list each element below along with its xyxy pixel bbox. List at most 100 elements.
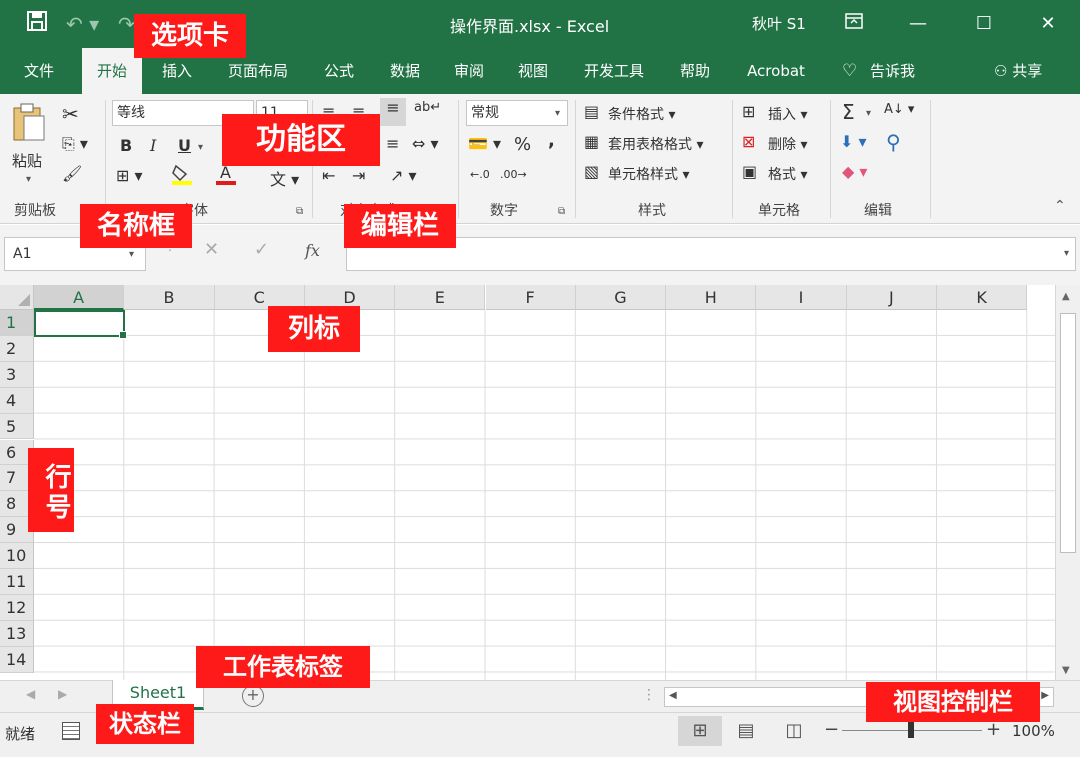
borders-icon[interactable]: ⊞ ▾ [116,166,143,185]
increase-decimal-icon[interactable]: ←.0 [470,168,490,181]
clear-eraser-icon[interactable]: ◆ ▾ [842,162,867,181]
cut-icon[interactable]: ✂ [62,102,79,126]
user-name[interactable]: 秋叶 S1 [752,13,806,34]
minimize-button[interactable]: — [898,8,938,40]
orientation-icon[interactable]: ↗ ▾ [390,166,417,185]
column-header-h[interactable]: H [666,285,757,310]
row-header-14[interactable]: 14 [0,646,34,673]
normal-view-icon[interactable]: ⊞ [678,716,722,746]
cell-styles-icon[interactable]: ▧ [584,162,599,181]
close-button[interactable]: ✕ [1028,8,1068,40]
tab-split-handle[interactable]: ⋮ [642,687,656,703]
tab-help[interactable]: 帮助 [668,48,722,94]
tab-data[interactable]: 数据 [378,48,432,94]
tab-view[interactable]: 视图 [506,48,560,94]
tab-review[interactable]: 审阅 [442,48,496,94]
confirm-entry-button[interactable]: ✓ [254,239,269,260]
undo-icon[interactable]: ↶ ▾ [66,10,99,38]
column-header-k[interactable]: K [937,285,1028,310]
tab-developer[interactable]: 开发工具 [572,48,656,94]
cell-area[interactable] [34,310,1055,680]
column-header-a[interactable]: A [34,285,125,310]
merge-center-icon[interactable]: ⇔ ▾ [412,134,439,153]
maximize-button[interactable]: ☐ [964,8,1004,40]
row-header-11[interactable]: 11 [0,569,34,595]
column-header-b[interactable]: B [124,285,215,310]
row-header-2[interactable]: 2 [0,335,34,362]
percent-style-button[interactable]: % [514,134,531,155]
zoom-out-button[interactable]: − [824,719,839,740]
sort-filter-icon[interactable]: A↓ ▾ [884,102,914,117]
paste-dropdown-icon[interactable]: ▾ [26,174,31,185]
delete-cells-icon[interactable]: ⊠ [742,132,755,151]
row-header-10[interactable]: 10 [0,543,34,569]
delete-cells-button[interactable]: 删除 ▾ [768,134,807,154]
comma-style-button[interactable]: , [548,130,555,151]
font-dialog-launcher-icon[interactable]: ⧉ [296,206,303,217]
column-header-f[interactable]: F [485,285,576,310]
row-header-3[interactable]: 3 [0,361,34,388]
decrease-decimal-icon[interactable]: .00→ [500,168,527,181]
paste-label[interactable]: 粘贴 [12,150,42,171]
row-header-1[interactable]: 1 [0,310,34,336]
page-layout-view-icon[interactable]: ▤ [724,716,768,746]
number-dialog-launcher-icon[interactable]: ⧉ [558,206,565,217]
font-color-icon[interactable]: A [214,162,238,190]
zoom-slider-thumb[interactable] [908,722,914,738]
new-sheet-button[interactable]: + [242,685,264,707]
page-break-preview-icon[interactable]: ◫ [772,716,816,746]
collapse-ribbon-icon[interactable]: ⌃ [1054,198,1066,214]
row-header-5[interactable]: 5 [0,413,34,440]
macro-record-icon[interactable] [62,722,80,740]
fill-color-icon[interactable] [170,162,194,190]
tab-formulas[interactable]: 公式 [312,48,366,94]
format-painter-icon[interactable]: 🖌 [62,164,82,183]
tab-home[interactable]: 开始 [82,48,142,94]
format-as-table-icon[interactable]: ▦ [584,132,599,151]
wrap-text-icon[interactable]: ab↵ [414,100,441,115]
row-header-12[interactable]: 12 [0,594,34,621]
align-bottom-icon[interactable]: ≡ [380,98,406,126]
column-header-j[interactable]: J [846,285,937,310]
tab-file[interactable]: 文件 [12,48,66,94]
increase-indent-icon[interactable]: ⇥ [352,166,365,185]
scroll-down-icon[interactable]: ▼ [1062,665,1070,676]
insert-cells-button[interactable]: 插入 ▾ [768,104,807,124]
bold-button[interactable]: B [120,136,132,155]
underline-button[interactable]: U [178,136,191,155]
format-cells-icon[interactable]: ▣ [742,162,757,181]
tell-me-box[interactable]: ♡ 告诉我 [842,48,915,94]
cancel-entry-button[interactable]: ✕ [204,239,219,260]
ribbon-display-options-icon[interactable] [834,8,874,40]
expand-formula-bar-icon[interactable]: ▾ [1064,248,1069,259]
row-header-13[interactable]: 13 [0,620,34,647]
fill-down-icon[interactable]: ⬇ ▾ [840,132,867,151]
row-header-4[interactable]: 4 [0,387,34,414]
paste-icon[interactable] [12,102,46,146]
redo-icon[interactable]: ↷ [118,10,135,38]
cell-styles-button[interactable]: 单元格样式 ▾ [608,164,689,184]
format-cells-button[interactable]: 格式 ▾ [768,164,807,184]
next-sheet-icon[interactable]: ▶ [58,687,67,701]
column-header-g[interactable]: G [575,285,667,310]
align-right-icon[interactable]: ≡ [386,134,399,153]
vertical-scrollbar[interactable]: ▲ ▼ [1055,285,1080,680]
column-header-i[interactable]: I [756,285,847,310]
conditional-format-icon[interactable]: ▤ [584,102,599,121]
previous-sheet-icon[interactable]: ◀ [26,687,35,701]
tab-acrobat[interactable]: Acrobat [736,48,816,94]
autosum-button[interactable]: Σ [842,100,855,124]
scroll-left-icon[interactable]: ◀ [669,690,677,701]
vertical-scroll-thumb[interactable] [1060,313,1076,553]
accounting-format-icon[interactable]: 💳 ▾ [468,134,501,153]
italic-button[interactable]: I [150,136,156,155]
zoom-in-button[interactable]: + [986,719,1001,740]
autosum-dropdown-icon[interactable]: ▾ [866,108,871,119]
column-header-e[interactable]: E [395,285,486,310]
select-all-corner[interactable] [0,285,34,310]
scroll-right-icon[interactable]: ▶ [1041,690,1049,701]
conditional-format-button[interactable]: 条件格式 ▾ [608,104,675,124]
phonetic-guide-icon[interactable]: 文 ▾ [270,166,299,190]
scroll-up-icon[interactable]: ▲ [1062,291,1070,302]
find-select-icon[interactable]: ⚲ [886,130,901,154]
